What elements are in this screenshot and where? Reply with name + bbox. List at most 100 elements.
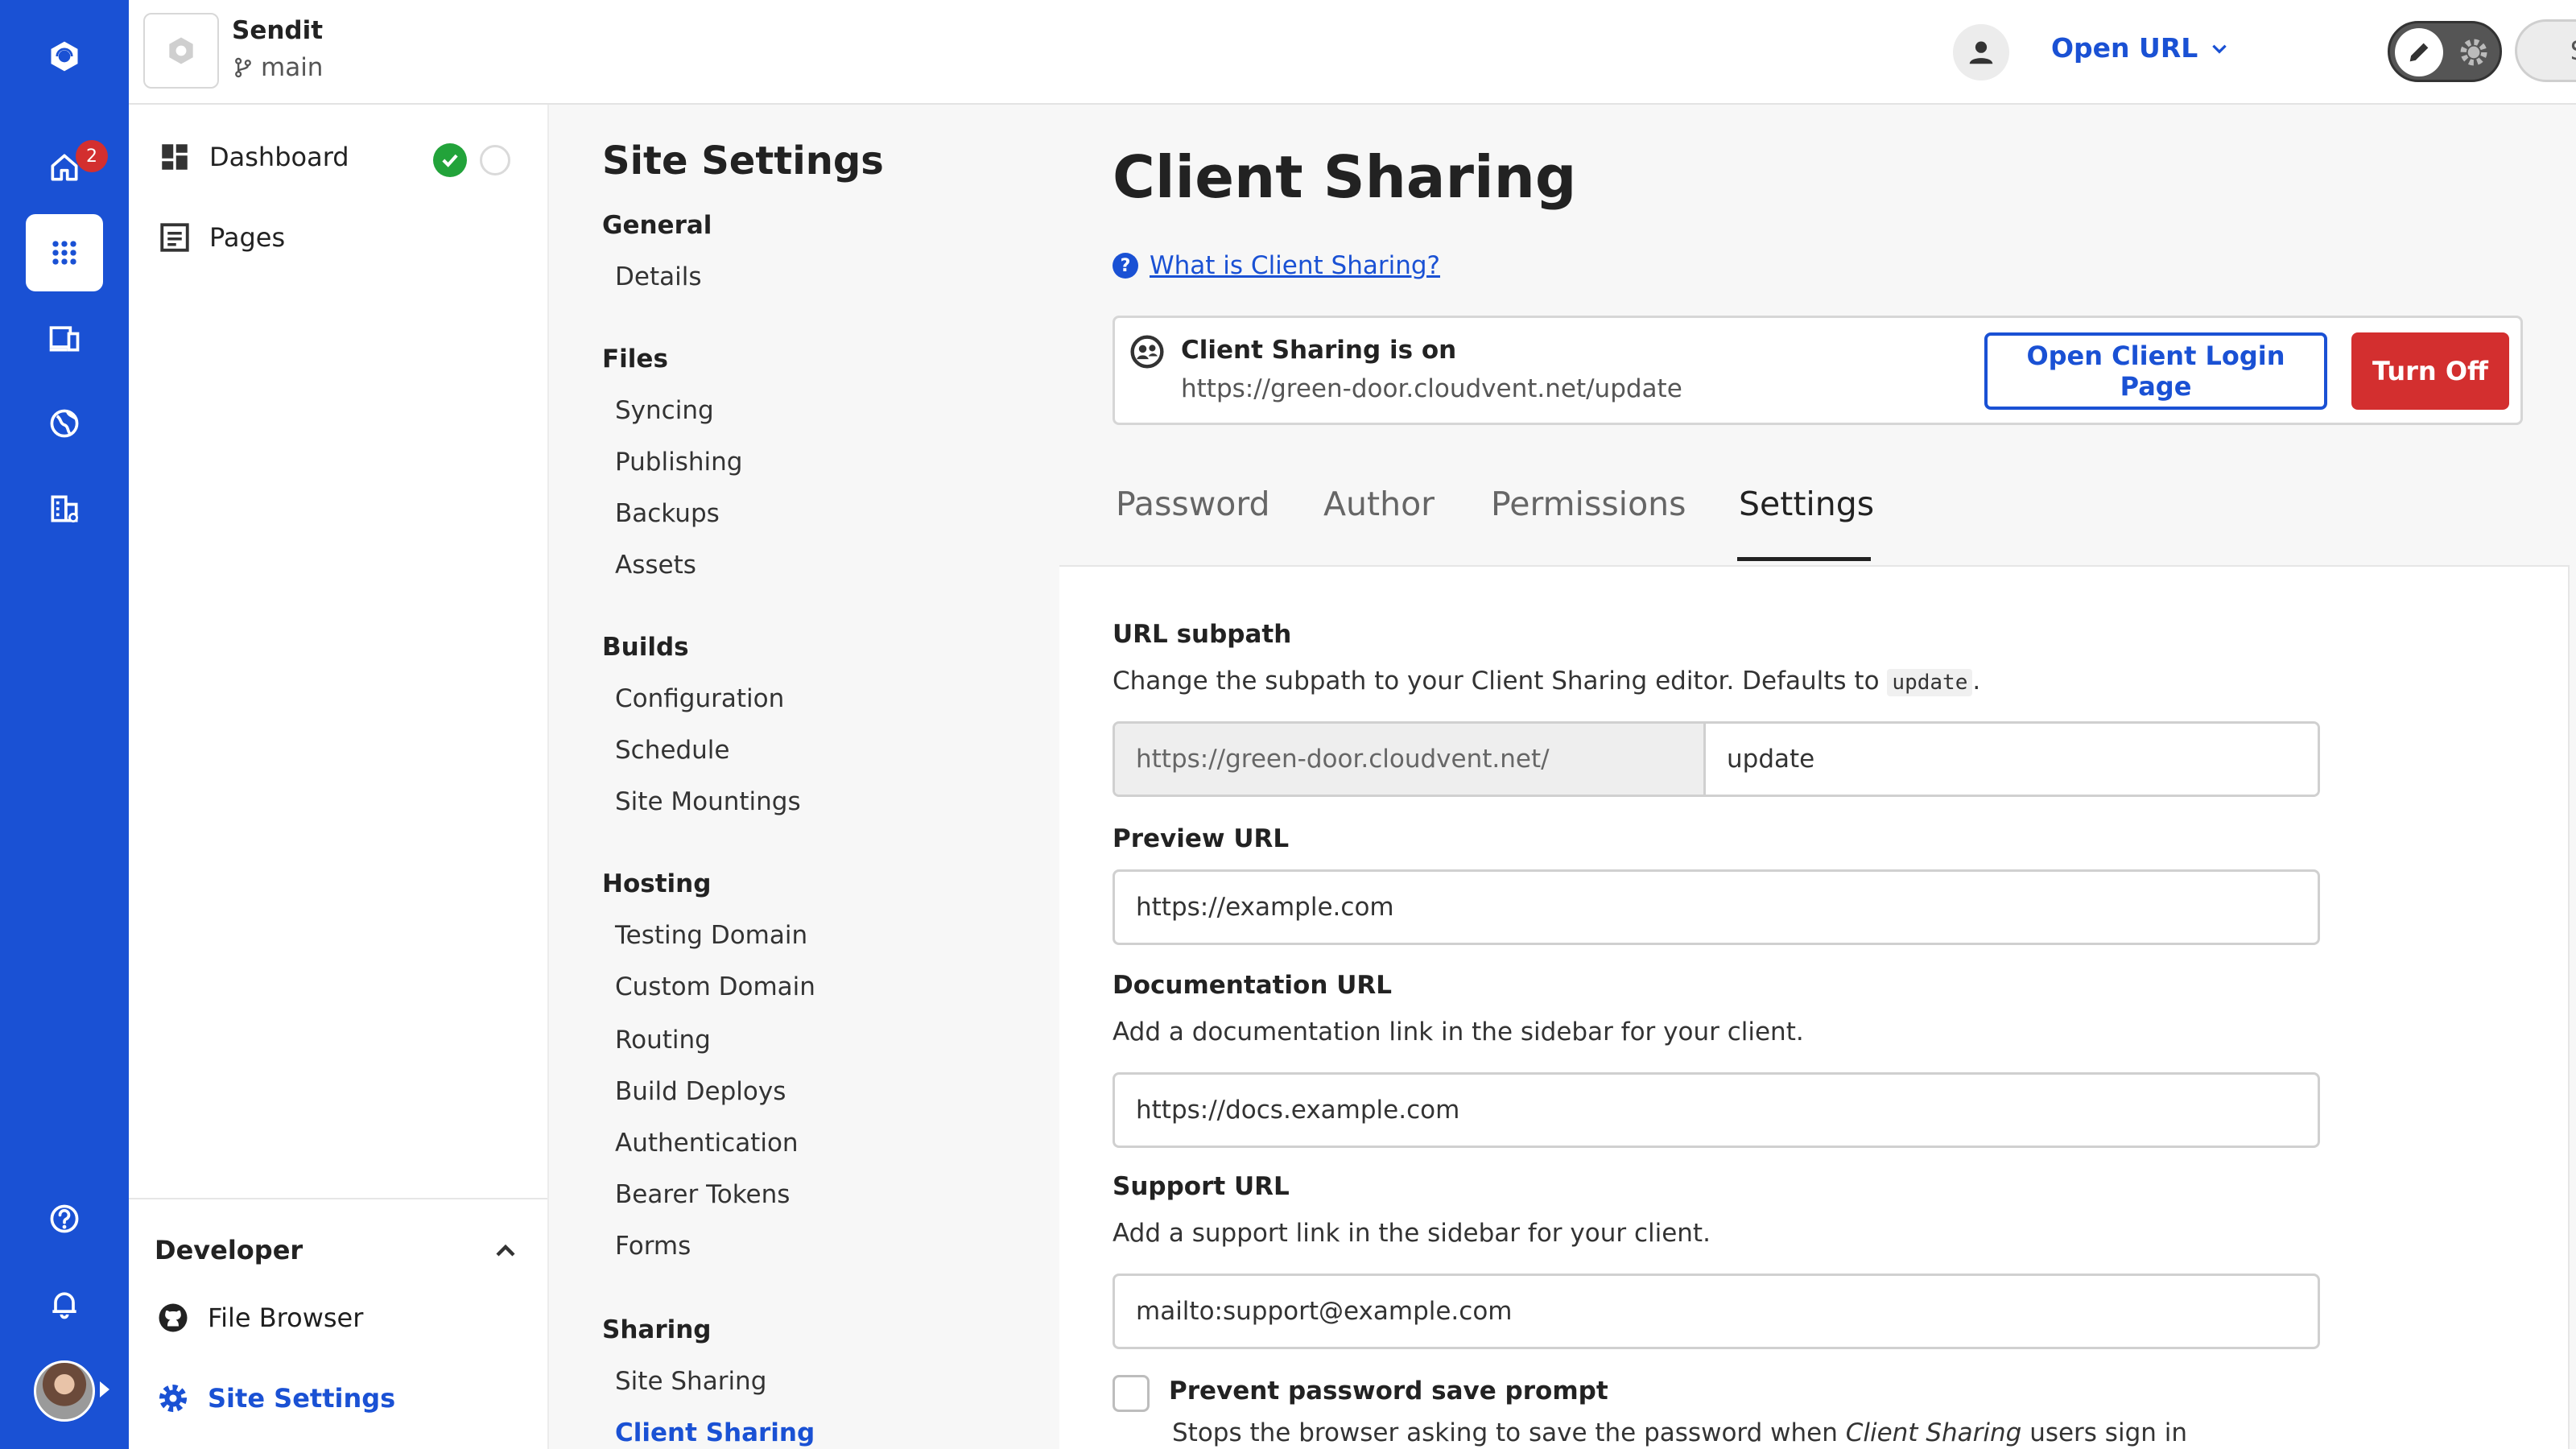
menu-link-configuration[interactable]: Configuration: [615, 684, 784, 713]
cloudvent-logo-icon: [51, 41, 78, 72]
toggle-knob: [2395, 28, 2443, 76]
prevent-password-prompt-description: Stops the browser asking to save the pas…: [1172, 1418, 2187, 1447]
menu-link-routing[interactable]: Routing: [615, 1026, 711, 1055]
prevent-password-prompt-label[interactable]: Prevent password save prompt: [1169, 1377, 1608, 1406]
open-client-login-button[interactable]: Open Client Login Page: [1984, 332, 2327, 410]
rail-apps-button[interactable]: [26, 214, 103, 291]
rail-help-button[interactable]: [26, 1180, 103, 1257]
branch-indicator[interactable]: main: [232, 53, 323, 82]
dashboard-icon: [162, 144, 188, 170]
pencil-icon: [2409, 43, 2429, 62]
site-name: Sendit: [232, 16, 324, 45]
support-url-input[interactable]: mailto:support@example.com: [1113, 1274, 2320, 1349]
tab-settings[interactable]: Settings: [1739, 485, 1874, 523]
menu-group-files: Files: [602, 345, 668, 374]
rail-home-button[interactable]: 2: [26, 129, 108, 206]
menu-link-bearer-tokens[interactable]: Bearer Tokens: [615, 1180, 790, 1209]
menu-link-details[interactable]: Details: [615, 262, 701, 291]
menu-link-testing-domain[interactable]: Testing Domain: [615, 921, 807, 950]
nav-item-site-settings[interactable]: Site Settings: [156, 1381, 395, 1415]
git-branch-icon: [235, 57, 251, 78]
pages-icon: [160, 223, 189, 252]
url-subpath-field: https://green-door.cloudvent.net/ update: [1113, 721, 2320, 797]
globe-icon: [50, 409, 79, 438]
help-icon: [50, 1204, 79, 1233]
open-url-dropdown[interactable]: Open URL: [2051, 32, 2230, 64]
save-button[interactable]: Save: [2515, 19, 2576, 82]
menu-group-general: General: [602, 211, 712, 240]
rail-devices-button[interactable]: [26, 299, 103, 377]
gear-icon: [159, 1384, 188, 1413]
tab-author[interactable]: Author: [1323, 485, 1435, 523]
rail-globe-button[interactable]: [26, 385, 103, 462]
chevron-down-icon: [2212, 44, 2227, 54]
users-circle-icon: [1130, 335, 1164, 369]
question-icon: ?: [1113, 253, 1138, 279]
prevent-password-prompt-checkbox[interactable]: [1113, 1375, 1150, 1412]
description-emphasis: Client Sharing: [1845, 1418, 2022, 1447]
gear-icon: [2460, 39, 2487, 66]
caret-right-icon[interactable]: [100, 1381, 109, 1397]
page-title: Client Sharing: [1113, 143, 1577, 211]
tab-password[interactable]: Password: [1116, 485, 1270, 523]
site-placeholder-icon: [169, 37, 193, 64]
buildings-icon: [51, 495, 78, 522]
url-subpath-label: URL subpath: [1113, 620, 1292, 649]
menu-link-assets[interactable]: Assets: [615, 551, 696, 580]
branch-name: main: [261, 53, 324, 82]
url-subpath-description: Change the subpath to your Client Sharin…: [1113, 667, 1980, 696]
edit-mode-toggle[interactable]: [2388, 21, 2502, 82]
default-subpath-code: update: [1887, 669, 1973, 696]
documentation-url-input[interactable]: https://docs.example.com: [1113, 1072, 2320, 1148]
active-tab-indicator: [1737, 557, 1871, 561]
help-link[interactable]: ? What is Client Sharing?: [1113, 251, 1440, 280]
help-link-text[interactable]: What is Client Sharing?: [1150, 251, 1440, 280]
devices-icon: [49, 326, 80, 352]
support-url-description: Add a support link in the sidebar for yo…: [1113, 1219, 1711, 1248]
tab-permissions[interactable]: Permissions: [1491, 485, 1686, 523]
github-icon: [159, 1303, 188, 1332]
preview-url-label: Preview URL: [1113, 824, 1290, 853]
menu-link-backups[interactable]: Backups: [615, 499, 720, 528]
menu-link-authentication[interactable]: Authentication: [615, 1129, 799, 1158]
menu-link-site-mountings[interactable]: Site Mountings: [615, 787, 801, 816]
site-navigation: Dashboard Pages Developer File Browser S…: [129, 105, 549, 1449]
menu-link-forms[interactable]: Forms: [615, 1232, 691, 1261]
documentation-url-description: Add a documentation link in the sidebar …: [1113, 1018, 1804, 1046]
documentation-url-label: Documentation URL: [1113, 971, 1393, 1000]
menu-link-build-deploys[interactable]: Build Deploys: [615, 1077, 786, 1106]
nav-item-pages[interactable]: Pages: [158, 221, 285, 254]
turn-off-button[interactable]: Turn Off: [2351, 332, 2509, 410]
menu-link-publishing[interactable]: Publishing: [615, 448, 742, 477]
nav-item-label: Dashboard: [209, 142, 349, 172]
user-avatar[interactable]: [34, 1360, 95, 1422]
app-logo[interactable]: [26, 18, 103, 95]
account-button[interactable]: [1953, 24, 2009, 80]
rail-notifications-button[interactable]: [26, 1265, 103, 1343]
status-banner: Client Sharing is on https://green-door.…: [1113, 316, 2523, 425]
menu-group-hosting: Hosting: [602, 869, 712, 898]
settings-menu-title: Site Settings: [602, 138, 884, 184]
menu-link-schedule[interactable]: Schedule: [615, 736, 729, 765]
developer-section: Developer File Browser Site Settings: [129, 1198, 547, 1449]
menu-link-client-sharing[interactable]: Client Sharing: [615, 1418, 815, 1447]
chevron-up-icon[interactable]: [489, 1235, 522, 1267]
nav-item-dashboard[interactable]: Dashboard: [158, 140, 349, 174]
preview-url-input[interactable]: https://example.com: [1113, 869, 2320, 945]
menu-link-site-sharing[interactable]: Site Sharing: [615, 1367, 766, 1396]
site-thumbnail[interactable]: [143, 13, 219, 89]
nav-item-label: File Browser: [208, 1302, 364, 1333]
description-end: users sign in: [2029, 1418, 2188, 1447]
url-subpath-input[interactable]: update: [1706, 724, 2318, 795]
person-icon: [1969, 41, 1993, 64]
nav-item-file-browser[interactable]: File Browser: [156, 1301, 363, 1335]
developer-title: Developer: [155, 1235, 303, 1265]
description-end: .: [1972, 667, 1981, 696]
banner-url: https://green-door.cloudvent.net/update: [1181, 374, 1682, 403]
description-text: Change the subpath to your Client Sharin…: [1113, 667, 1880, 696]
notification-badge: 2: [76, 140, 108, 172]
menu-link-custom-domain[interactable]: Custom Domain: [615, 972, 815, 1001]
menu-link-syncing[interactable]: Syncing: [615, 396, 714, 425]
rail-organization-button[interactable]: [26, 470, 103, 547]
description-text: Stops the browser asking to save the pas…: [1172, 1418, 1838, 1447]
